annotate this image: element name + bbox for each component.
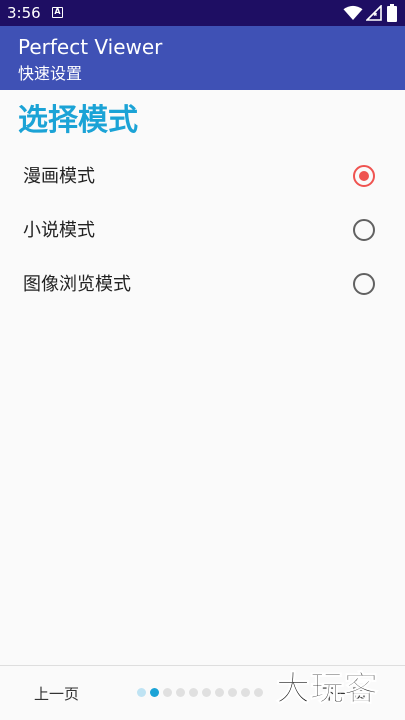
option-label: 小说模式 [23,220,95,241]
signal-icon [366,5,382,21]
page-indicator [137,688,263,698]
option-novel-mode[interactable]: 小说模式 [0,204,405,258]
app-subtitle: 快速设置 [18,64,83,83]
app-title: Perfect Viewer [18,35,163,59]
page-dot [228,688,237,697]
app-bar: Perfect Viewer 快速设置 [0,26,405,90]
option-image-browse-mode[interactable]: 图像浏览模式 [0,258,405,312]
page-dot [137,688,146,697]
option-label: 漫画模式 [23,166,95,187]
radio-button-selected[interactable] [353,165,375,187]
option-comic-mode[interactable]: 漫画模式 [0,150,405,204]
watermark-logo: 大玩客 [276,669,379,709]
page-dot [254,688,263,697]
wifi-icon [343,5,363,20]
page-dot [176,688,185,697]
section-title: 选择模式 [18,103,138,138]
page-dot [202,688,211,697]
watermark-text: 大玩客 [276,669,378,708]
radio-button[interactable] [353,273,375,295]
page-dot [189,688,198,697]
page-dot [241,688,250,697]
prev-page-button[interactable]: 上一页 [34,684,79,704]
page-dot [163,688,172,697]
option-label: 图像浏览模式 [23,274,131,295]
status-time: 3:56 [7,4,41,22]
screen: 3:56 A Perfect Viewer 快速设置 选择模式 漫画模式 小说模… [0,0,405,720]
battery-icon [387,4,397,22]
page-dot [215,688,224,697]
page-dot-active [150,688,159,697]
status-bar: 3:56 A [0,0,405,26]
notification-icon: A [52,7,63,18]
radio-button[interactable] [353,219,375,241]
